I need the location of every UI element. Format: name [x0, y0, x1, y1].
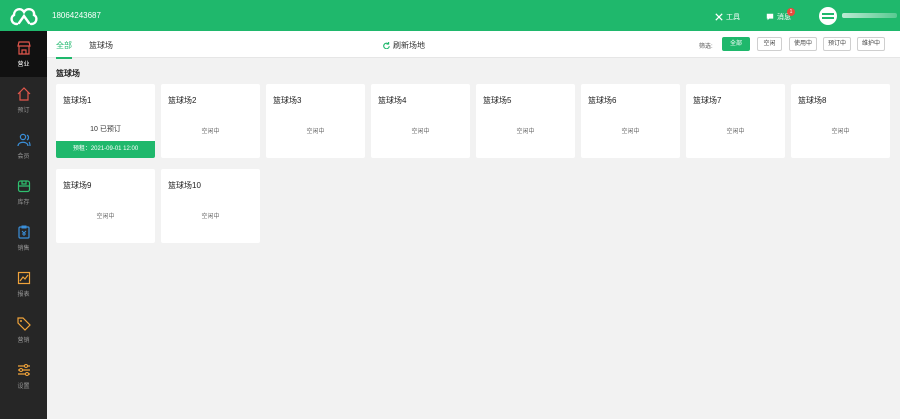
user-avatar[interactable] [819, 7, 837, 25]
filter-bar: 全部 篮球场 刷新场地 筛选: 全部 空闲 使用中 预订中 维护中 [47, 31, 900, 59]
sidebar-item-label: 预订 [17, 107, 30, 114]
section-title: 篮球场 [56, 69, 80, 78]
sidebar-item-label: 营业 [17, 61, 30, 68]
store-icon [16, 40, 31, 55]
refresh-label: 刷新场地 [393, 41, 425, 50]
refresh-courts-button[interactable]: 刷新场地 [383, 40, 425, 51]
court-status: 空闲中 [201, 129, 220, 135]
court-name: 篮球场5 [483, 96, 512, 105]
sidebar-item-label: 营销 [17, 337, 30, 344]
sidebar-item-inventory[interactable]: 库存 [0, 169, 47, 215]
court-name: 篮球场9 [63, 181, 92, 190]
court-card[interactable]: 篮球场5 空闲中 [476, 84, 575, 158]
home-icon [17, 86, 30, 101]
court-card[interactable]: 篮球场1 10 已预订 预租：2021-09-01 12:00 [56, 84, 155, 158]
sidebar-item-booking[interactable]: 预订 [0, 77, 47, 123]
sales-icon [17, 225, 30, 239]
filter-booked-button[interactable]: 预订中 [823, 37, 851, 51]
court-name: 篮球场4 [378, 96, 407, 105]
filter-all-button[interactable]: 全部 [722, 37, 750, 51]
main-content: 全部 篮球场 刷新场地 筛选: 全部 空闲 使用中 预订中 维护中 篮球场 篮球… [47, 31, 900, 419]
inventory-icon [17, 179, 30, 192]
court-booked-count: 10 已预订 [90, 126, 121, 133]
court-card[interactable]: 篮球场3 空闲中 [266, 84, 365, 158]
members-icon [16, 133, 31, 146]
sidebar-item-members[interactable]: 会员 [0, 123, 47, 169]
tools-button[interactable]: 工具 [715, 12, 740, 22]
username-blurred[interactable] [842, 13, 897, 18]
court-card[interactable]: 篮球场7 空闲中 [686, 84, 785, 158]
filter-idle-button[interactable]: 空闲 [757, 37, 782, 51]
sidebar-item-label: 会员 [17, 153, 30, 160]
sidebar-item-label: 销售 [17, 245, 30, 252]
tab-basketball[interactable]: 篮球场 [89, 40, 113, 51]
court-name: 篮球场8 [798, 96, 827, 105]
court-name: 篮球场3 [273, 96, 302, 105]
court-status: 空闲中 [411, 129, 430, 135]
court-status: 空闲中 [621, 129, 640, 135]
tag-icon [16, 316, 31, 331]
court-card[interactable]: 篮球场2 空闲中 [161, 84, 260, 158]
filter-maintenance-button[interactable]: 维护中 [857, 37, 885, 51]
tools-icon [715, 13, 723, 21]
sidebar-item-label: 库存 [17, 199, 30, 206]
court-status: 空闲中 [201, 214, 220, 220]
sidebar-item-sales[interactable]: 销售 [0, 215, 47, 261]
sidebar: 营业 预订 会员 库存 销售 报表 营销 设置 [0, 31, 47, 419]
court-reservation-banner[interactable]: 预租：2021-09-01 12:00 [56, 141, 155, 158]
court-status: 空闲中 [726, 129, 745, 135]
court-status: 空闲中 [96, 214, 115, 220]
court-card[interactable]: 篮球场8 空闲中 [791, 84, 890, 158]
message-badge: 1 [787, 8, 795, 16]
account-phone: 18064243687 [52, 11, 101, 20]
court-card[interactable]: 篮球场6 空闲中 [581, 84, 680, 158]
court-name: 篮球场1 [63, 96, 92, 105]
court-name: 篮球场10 [168, 181, 201, 190]
tab-all[interactable]: 全部 [56, 40, 72, 59]
court-status: 空闲中 [306, 129, 325, 135]
sidebar-item-label: 设置 [17, 383, 30, 390]
sidebar-item-marketing[interactable]: 营销 [0, 307, 47, 353]
filter-label: 筛选: [699, 44, 713, 50]
settings-sliders-icon [17, 363, 30, 376]
court-status: 空闲中 [831, 129, 850, 135]
sidebar-item-settings[interactable]: 设置 [0, 353, 47, 399]
court-status: 空闲中 [516, 129, 535, 135]
filter-in-use-button[interactable]: 使用中 [789, 37, 817, 51]
court-name: 篮球场6 [588, 96, 617, 105]
cloud-logo-icon [10, 7, 38, 26]
court-card[interactable]: 篮球场10 空闲中 [161, 169, 260, 243]
court-name: 篮球场7 [693, 96, 722, 105]
top-bar: 18064243687 工具 消息 1 [0, 0, 900, 31]
sidebar-item-business[interactable]: 营业 [0, 31, 47, 77]
report-chart-icon [17, 271, 30, 284]
refresh-icon [383, 42, 390, 49]
court-name: 篮球场2 [168, 96, 197, 105]
court-card[interactable]: 篮球场4 空闲中 [371, 84, 470, 158]
tools-label: 工具 [726, 14, 740, 21]
court-card[interactable]: 篮球场9 空闲中 [56, 169, 155, 243]
sidebar-item-label: 报表 [17, 291, 30, 298]
message-icon [766, 13, 774, 21]
sidebar-item-reports[interactable]: 报表 [0, 261, 47, 307]
